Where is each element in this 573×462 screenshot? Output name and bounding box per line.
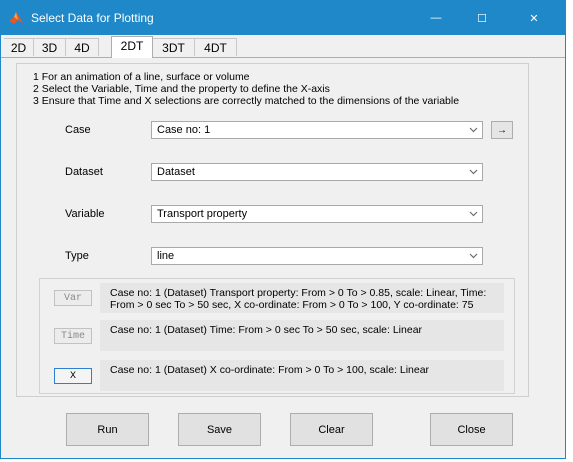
var-button[interactable]: Var [54,290,92,306]
window-title: Select Data for Plotting [31,11,154,25]
tab-3dt[interactable]: 3DT [153,38,195,56]
dataset-label: Dataset [65,166,103,178]
tab-3d[interactable]: 3D [34,38,66,56]
dataset-dropdown[interactable]: Dataset [151,163,483,181]
tab-4d[interactable]: 4D [66,38,99,56]
x-summary-text: Case no: 1 (Dataset) X co-ordinate: From… [110,364,430,376]
close-button[interactable]: Close [430,413,513,446]
x-button[interactable]: X [54,368,92,384]
matlab-logo-icon [9,12,23,24]
case-value: Case no: 1 [157,124,211,136]
right-arrow-icon: → [497,124,507,136]
instruction-line-3: 3 Ensure that Time and X selections are … [33,95,460,107]
time-summary-text: Case no: 1 (Dataset) Time: From > 0 sec … [110,324,423,336]
time-button[interactable]: Time [54,328,92,344]
clear-button[interactable]: Clear [290,413,373,446]
variable-value: Transport property [157,208,248,220]
case-dropdown[interactable]: Case no: 1 [151,121,483,139]
chevron-down-icon [466,123,481,137]
time-summary: Case no: 1 (Dataset) Time: From > 0 sec … [100,320,504,351]
maximize-icon: ☐ [477,12,487,25]
tab-panel-2dt: 1 For an animation of a line, surface or… [16,63,529,397]
tab-2dt[interactable]: 2DT [111,36,153,58]
selection-summary-group: Var Case no: 1 (Dataset) Transport prope… [39,278,515,394]
close-window-button[interactable]: ✕ [511,1,557,35]
type-dropdown[interactable]: line [151,247,483,265]
var-summary: Case no: 1 (Dataset) Transport property:… [100,283,504,313]
dataset-value: Dataset [157,166,195,178]
maximize-button[interactable]: ☐ [459,1,505,35]
close-icon: ✕ [529,12,539,25]
minimize-icon: — [430,12,442,24]
var-summary-text: Case no: 1 (Dataset) Transport property:… [110,287,486,311]
tab-divider [1,57,565,58]
case-label: Case [65,124,91,136]
dialog-window: Select Data for Plotting — ☐ ✕ 2D 3D 4D … [0,0,566,459]
instruction-line-2: 2 Select the Variable, Time and the prop… [33,83,330,95]
tab-2d[interactable]: 2D [4,38,34,56]
run-button[interactable]: Run [66,413,149,446]
x-summary: Case no: 1 (Dataset) X co-ordinate: From… [100,360,504,391]
type-label: Type [65,250,89,262]
tab-bar: 2D 3D 4D 2DT 3DT 4DT [1,35,565,58]
variable-label: Variable [65,208,105,220]
title-bar: Select Data for Plotting — ☐ ✕ [1,1,565,35]
var-summary-line-2: From > 0 sec To > 50 sec, X co-ordinate:… [110,299,474,311]
minimize-button[interactable]: — [413,1,459,35]
save-button[interactable]: Save [178,413,261,446]
tab-4dt[interactable]: 4DT [195,38,237,56]
chevron-down-icon [466,165,481,179]
chevron-down-icon [466,249,481,263]
type-value: line [157,250,175,262]
var-summary-line-1: Case no: 1 (Dataset) Transport property:… [110,287,487,299]
chevron-down-icon [466,207,481,221]
variable-dropdown[interactable]: Transport property [151,205,483,223]
arrow-button[interactable]: → [491,121,513,139]
instruction-line-1: 1 For an animation of a line, surface or… [33,71,250,83]
